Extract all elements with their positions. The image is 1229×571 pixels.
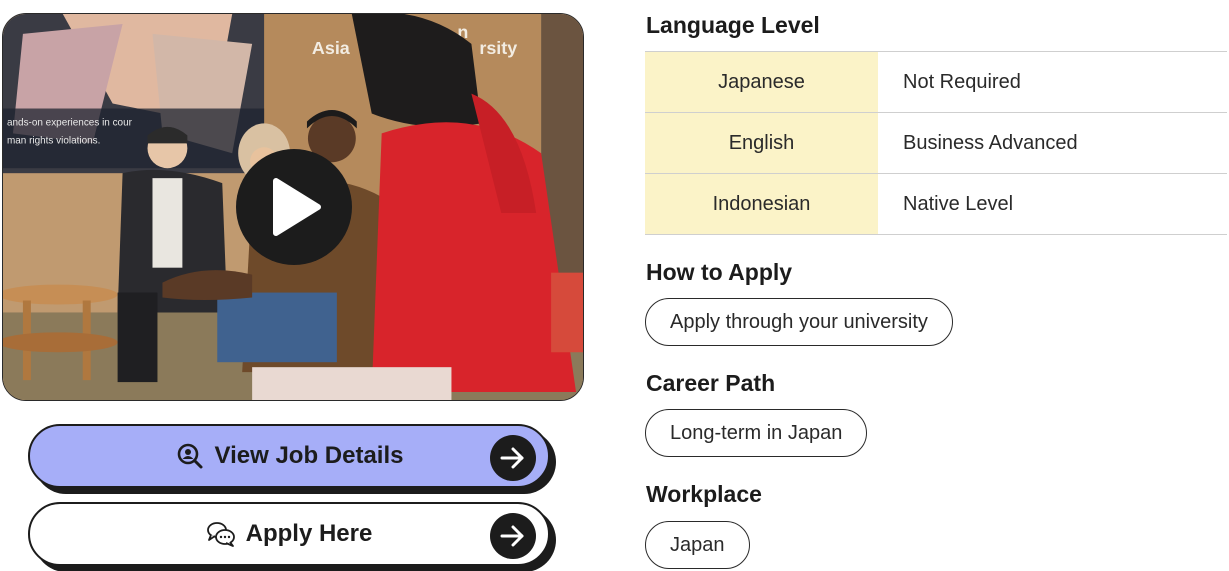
table-row: Indonesian Native Level (645, 174, 1227, 235)
career-path-heading: Career Path (646, 370, 776, 396)
chat-bubbles-icon (206, 519, 236, 549)
view-job-details-label: View Job Details (214, 442, 404, 469)
screen-caption-1: ands-on experiences in cour (7, 117, 133, 128)
view-job-details-button[interactable]: View Job Details (28, 424, 550, 488)
language-level: Not Required (903, 70, 1021, 93)
video-thumbnail[interactable]: ands-on experiences in cour man rights v… (2, 13, 584, 401)
language-level-heading: Language Level (646, 12, 820, 38)
workplace-heading: Workplace (646, 481, 762, 507)
how-to-apply-tag: Apply through your university (645, 298, 953, 346)
workplace-tag: Japan (645, 521, 750, 569)
language-name: Japanese (645, 52, 878, 112)
table-row: Japanese Not Required (645, 52, 1227, 113)
language-level: Business Advanced (903, 131, 1078, 154)
apply-here-button[interactable]: Apply Here (28, 502, 550, 566)
wall-text-3: rsity (479, 38, 517, 58)
arrow-right-icon (490, 435, 536, 481)
play-button[interactable] (236, 149, 352, 265)
screen-caption-2: man rights violations. (7, 135, 100, 146)
wall-text-1: Asia (312, 38, 351, 58)
language-table: Japanese Not Required English Business A… (645, 51, 1227, 235)
language-name: Indonesian (645, 174, 878, 234)
search-person-icon (175, 441, 205, 471)
arrow-right-icon (490, 513, 536, 559)
play-icon (273, 178, 321, 236)
how-to-apply-heading: How to Apply (646, 259, 793, 285)
table-row: English Business Advanced (645, 113, 1227, 174)
career-path-tag: Long-term in Japan (645, 409, 868, 457)
language-name: English (645, 113, 878, 173)
language-level: Native Level (903, 192, 1014, 215)
apply-here-label: Apply Here (245, 520, 373, 547)
